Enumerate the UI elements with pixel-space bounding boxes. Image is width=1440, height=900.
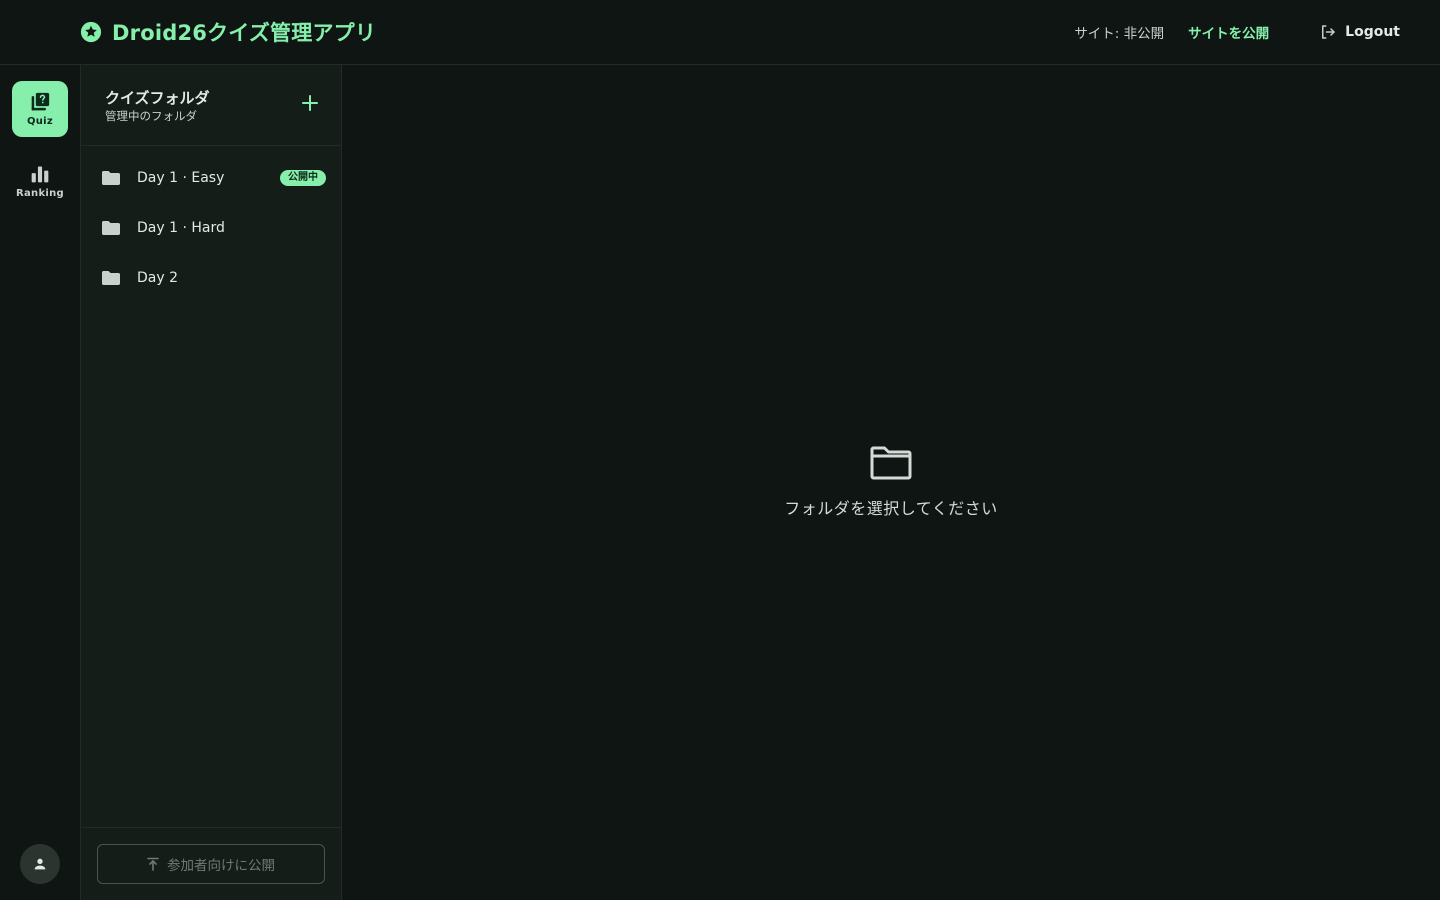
folder-list: Day 1 · Easy 公開中 Day 1 · Hard Day 2 (81, 153, 342, 303)
main-content: フォルダを選択してください (342, 65, 1440, 900)
folder-panel-header: クイズフォルダ 管理中のフォルダ (81, 65, 342, 146)
logout-button[interactable]: Logout (1319, 23, 1400, 41)
app-header: Droid26クイズ管理アプリ サイト: 非公開 サイトを公開 Logout (0, 0, 1440, 65)
folder-item[interactable]: Day 2 (81, 253, 342, 303)
folder-name: Day 1 · Hard (137, 220, 225, 236)
star-badge-icon (80, 21, 102, 43)
publish-site-link[interactable]: サイトを公開 (1188, 22, 1269, 42)
folder-panel-footer: 参加者向けに公開 (81, 827, 342, 900)
user-avatar[interactable] (20, 844, 60, 884)
nav-rail: Quiz Ranking (0, 65, 81, 900)
rail-item-ranking[interactable]: Ranking (12, 153, 68, 209)
folder-item[interactable]: Day 1 · Easy 公開中 (81, 153, 342, 203)
folder-name: Day 1 · Easy (137, 170, 225, 186)
app-title: Droid26クイズ管理アプリ (112, 21, 377, 45)
empty-state: フォルダを選択してください (342, 445, 1440, 519)
publish-to-participants-button[interactable]: 参加者向けに公開 (97, 844, 325, 884)
folder-name: Day 2 (137, 270, 179, 286)
rail-label-quiz: Quiz (26, 115, 54, 127)
quiz-icon (31, 92, 50, 110)
logout-label: Logout (1345, 24, 1400, 40)
upload-icon (147, 857, 159, 871)
brand: Droid26クイズ管理アプリ (80, 18, 376, 46)
empty-message: フォルダを選択してください (784, 499, 998, 518)
site-status: サイト: 非公開 (1074, 26, 1165, 42)
folder-outline-icon (870, 446, 912, 480)
panel-subtitle: 管理中のフォルダ (105, 109, 197, 123)
logout-icon (1322, 25, 1335, 39)
publish-to-participants-label: 参加者向けに公開 (167, 858, 275, 874)
folder-icon (102, 221, 120, 235)
panel-title: クイズフォルダ (105, 89, 210, 107)
rail-label-ranking: Ranking (15, 187, 65, 199)
published-badge: 公開中 (280, 170, 326, 186)
folder-panel: クイズフォルダ 管理中のフォルダ Day 1 · Easy 公開中 Day 1 … (81, 65, 342, 900)
person-icon (34, 858, 46, 870)
rail-item-quiz[interactable]: Quiz (12, 81, 68, 137)
header-actions: サイト: 非公開 サイトを公開 Logout (1074, 20, 1400, 44)
folder-icon (102, 271, 120, 285)
add-folder-button[interactable] (300, 93, 320, 113)
folder-icon (102, 171, 120, 185)
folder-item[interactable]: Day 1 · Hard (81, 203, 342, 253)
ranking-icon (31, 166, 49, 182)
